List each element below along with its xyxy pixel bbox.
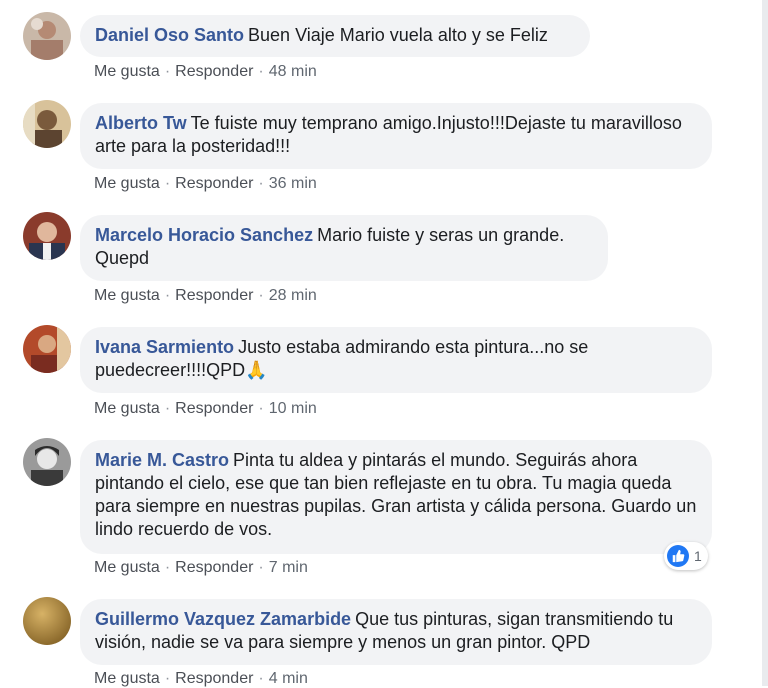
reaction-badge[interactable]: 1: [664, 542, 708, 570]
comment-actions: Me gusta · Responder · 48 min: [94, 63, 317, 81]
reply-link[interactable]: Responder: [175, 63, 253, 80]
comment-time[interactable]: 28 min: [269, 287, 317, 304]
comment-time[interactable]: 48 min: [269, 63, 317, 80]
reply-link[interactable]: Responder: [175, 175, 253, 192]
reaction-count: 1: [694, 548, 702, 564]
comment-time[interactable]: 36 min: [269, 175, 317, 192]
comment-actions: Me gusta · Responder · 10 min: [94, 400, 317, 418]
avatar[interactable]: [23, 438, 71, 486]
comment-text: Buen Viaje Mario vuela alto y se Feliz: [248, 25, 548, 45]
separator: ·: [258, 559, 264, 576]
comment-bubble: Marie M. Castro Pinta tu aldea y pintarás…: [80, 440, 712, 554]
comment-bubble: Ivana Sarmiento Justo estaba admirando es…: [80, 327, 712, 393]
separator: ·: [258, 63, 264, 80]
comment-author[interactable]: Guillermo Vazquez Zamarbide: [95, 609, 351, 629]
comment-author[interactable]: Marie M. Castro: [95, 450, 229, 470]
like-link[interactable]: Me gusta: [94, 559, 160, 576]
comment-author[interactable]: Daniel Oso Santo: [95, 25, 244, 45]
thumbs-up-icon: [667, 545, 689, 567]
comment-bubble: Guillermo Vazquez Zamarbide Que tus pintu…: [80, 599, 712, 665]
reply-link[interactable]: Responder: [175, 559, 253, 576]
comment-time[interactable]: 10 min: [269, 400, 317, 417]
separator: ·: [164, 63, 171, 80]
like-link[interactable]: Me gusta: [94, 175, 160, 192]
comment-time[interactable]: 7 min: [269, 559, 308, 576]
comment-bubble: Daniel Oso Santo Buen Viaje Mario vuela a…: [80, 15, 590, 57]
comment-bubble: Alberto Tw Te fuiste muy temprano amigo.I…: [80, 103, 712, 169]
avatar[interactable]: [23, 597, 71, 645]
separator: ·: [258, 400, 264, 417]
comment-author[interactable]: Marcelo Horacio Sanchez: [95, 225, 313, 245]
separator: ·: [258, 287, 264, 304]
like-link[interactable]: Me gusta: [94, 287, 160, 304]
separator: ·: [164, 400, 171, 417]
comment-actions: Me gusta · Responder · 28 min: [94, 287, 317, 305]
comment-actions: Me gusta · Responder · 4 min: [94, 670, 308, 688]
comment-author[interactable]: Alberto Tw: [95, 113, 187, 133]
avatar[interactable]: [23, 12, 71, 60]
comment-actions: Me gusta · Responder · 36 min: [94, 175, 317, 193]
like-link[interactable]: Me gusta: [94, 63, 160, 80]
reply-link[interactable]: Responder: [175, 400, 253, 417]
separator: ·: [164, 670, 171, 687]
reply-link[interactable]: Responder: [175, 670, 253, 687]
comment-bubble: Marcelo Horacio Sanchez Mario fuiste y se…: [80, 215, 608, 281]
avatar[interactable]: [23, 325, 71, 373]
separator: ·: [164, 559, 171, 576]
comment-actions: Me gusta · Responder · 7 min: [94, 559, 308, 577]
comment-time[interactable]: 4 min: [269, 670, 308, 687]
reply-link[interactable]: Responder: [175, 287, 253, 304]
avatar[interactable]: [23, 100, 71, 148]
separator: ·: [164, 175, 171, 192]
separator: ·: [258, 175, 264, 192]
avatar[interactable]: [23, 212, 71, 260]
like-link[interactable]: Me gusta: [94, 400, 160, 417]
scrollbar-track[interactable]: [762, 0, 768, 686]
separator: ·: [164, 287, 171, 304]
like-link[interactable]: Me gusta: [94, 670, 160, 687]
separator: ·: [258, 670, 264, 687]
comment-author[interactable]: Ivana Sarmiento: [95, 337, 234, 357]
